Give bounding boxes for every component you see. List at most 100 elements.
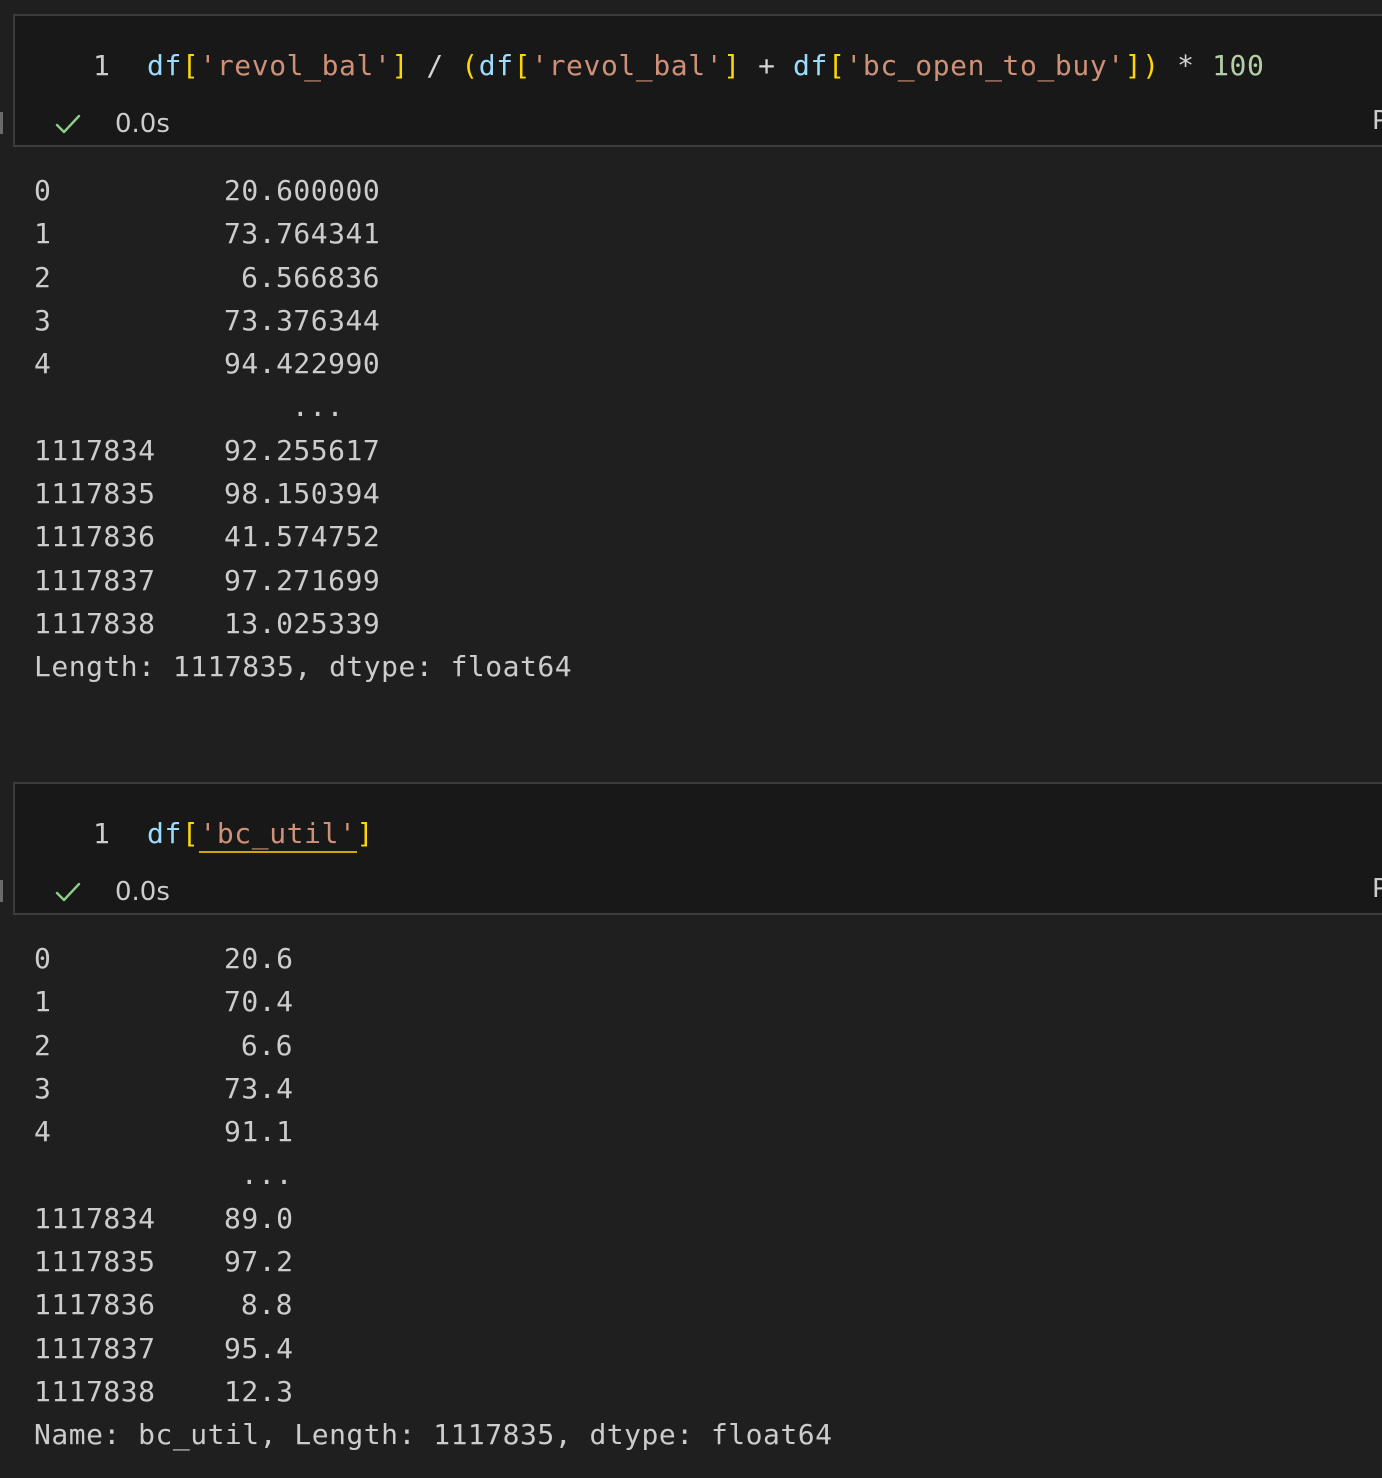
notebook-page: 1 df['revol_bal'] / (df['revol_bal'] + d… bbox=[0, 0, 1382, 1478]
output-row: 0 20.6 bbox=[34, 937, 832, 980]
series-value: 12.3 bbox=[224, 1374, 294, 1408]
series-index: 4 bbox=[34, 347, 52, 381]
series-index: 3 bbox=[34, 1071, 52, 1105]
series-index: 1117838 bbox=[34, 1374, 156, 1408]
code-token: ] bbox=[391, 49, 409, 82]
series-value: 98.150394 bbox=[224, 477, 381, 511]
ellipsis: ... bbox=[240, 1158, 293, 1192]
line-number: 1 bbox=[93, 817, 110, 850]
series-index: 1 bbox=[34, 217, 52, 251]
output-footer: Name: bc_util, Length: 1117835, dtype: f… bbox=[34, 1418, 833, 1452]
code-token: 'bc_util' bbox=[199, 817, 357, 853]
code-token: + bbox=[740, 49, 794, 82]
cell-toolbar-label[interactable]: P bbox=[1372, 106, 1382, 136]
code-cell-2[interactable]: 1 df['bc_util'] 0.0s P bbox=[13, 782, 1382, 915]
series-value: 70.4 bbox=[224, 985, 294, 1019]
series-index: 3 bbox=[34, 303, 52, 337]
series-index: 2 bbox=[34, 260, 52, 294]
series-index: 1117835 bbox=[34, 1245, 156, 1279]
series-value: 73.4 bbox=[224, 1071, 294, 1105]
code-editor[interactable]: df['revol_bal'] / (df['revol_bal'] + df[… bbox=[147, 50, 1264, 82]
code-token: 'revol_bal' bbox=[199, 49, 392, 82]
output-footer: Length: 1117835, dtype: float64 bbox=[34, 650, 573, 684]
series-value: 20.600000 bbox=[224, 174, 381, 207]
series-index: 1117837 bbox=[34, 563, 156, 597]
series-value: 97.271699 bbox=[224, 563, 381, 597]
execution-status: 0.0s bbox=[53, 876, 170, 908]
series-index: 1 bbox=[34, 985, 52, 1019]
output-row: 1 70.4 bbox=[34, 980, 832, 1023]
series-index: 2 bbox=[34, 1028, 52, 1062]
output-row: 0 20.600000 bbox=[34, 169, 572, 212]
output-row: 2 6.6 bbox=[34, 1024, 832, 1067]
series-index: 4 bbox=[34, 1115, 52, 1149]
code-token: [ bbox=[513, 49, 532, 82]
series-index: 1117836 bbox=[34, 520, 156, 554]
ellipsis: ... bbox=[291, 390, 344, 424]
code-token: df bbox=[147, 817, 182, 850]
code-token: ] bbox=[723, 49, 741, 82]
series-index: 1117837 bbox=[34, 1331, 156, 1365]
series-index: 1117838 bbox=[34, 606, 156, 640]
code-token: [ bbox=[181, 49, 200, 82]
check-icon bbox=[55, 882, 81, 902]
code-token: ( bbox=[461, 49, 479, 82]
series-index: 1117834 bbox=[34, 433, 156, 467]
output-row: 1117835 98.150394 bbox=[34, 472, 572, 515]
output-row: 1117838 12.3 bbox=[34, 1370, 832, 1413]
cell-gutter-marker bbox=[0, 880, 3, 902]
execution-status: 0.0s bbox=[53, 108, 170, 140]
cell-gutter-marker bbox=[0, 112, 3, 134]
check-icon bbox=[55, 114, 81, 134]
output-row: 4 94.422990 bbox=[34, 342, 572, 385]
output-row: 1117838 13.025339 bbox=[34, 602, 572, 645]
cell-toolbar-label[interactable]: P bbox=[1372, 874, 1382, 904]
output-row: 1117835 97.2 bbox=[34, 1240, 832, 1283]
output-row: 2 6.566836 bbox=[34, 256, 572, 299]
code-token: ] bbox=[356, 817, 374, 850]
series-value: 13.025339 bbox=[224, 606, 381, 640]
output-ellipsis-row: ... bbox=[34, 1153, 832, 1196]
code-cell-1[interactable]: 1 df['revol_bal'] / (df['revol_bal'] + d… bbox=[13, 14, 1382, 147]
series-index: 0 bbox=[34, 174, 52, 207]
code-token: [ bbox=[181, 817, 200, 850]
code-token: 100 bbox=[1212, 49, 1265, 82]
code-token: [ bbox=[827, 49, 846, 82]
series-value: 94.422990 bbox=[224, 347, 381, 381]
series-value: 41.574752 bbox=[224, 520, 381, 554]
series-index: 1117835 bbox=[34, 477, 156, 511]
series-index: 0 bbox=[34, 942, 52, 975]
code-editor[interactable]: df['bc_util'] bbox=[147, 817, 374, 853]
series-value: 8.8 bbox=[240, 1288, 293, 1322]
output-row: 1117834 92.255617 bbox=[34, 429, 572, 472]
code-token: / bbox=[408, 49, 462, 82]
output-row: 3 73.4 bbox=[34, 1067, 832, 1110]
series-index: 1117834 bbox=[34, 1201, 156, 1235]
series-value: 20.6 bbox=[224, 942, 294, 975]
line-number: 1 bbox=[93, 49, 110, 82]
cell-output-2: 0 20.6 1 70.4 2 6.6 3 73.4 4 91.1... 1117834 89.0 11… bbox=[34, 937, 832, 1457]
output-row: 1117834 89.0 bbox=[34, 1197, 832, 1240]
series-value: 6.6 bbox=[240, 1028, 293, 1062]
output-row: 1117836 41.574752 bbox=[34, 515, 572, 558]
output-ellipsis-row: ... bbox=[34, 385, 572, 428]
series-value: 6.566836 bbox=[241, 260, 380, 294]
output-row: 3 73.376344 bbox=[34, 299, 572, 342]
execution-duration: 0.0s bbox=[115, 877, 170, 907]
execution-duration: 0.0s bbox=[115, 109, 170, 139]
series-value: 92.255617 bbox=[224, 433, 381, 467]
series-value: 97.2 bbox=[224, 1245, 294, 1279]
output-row: 1117837 97.271699 bbox=[34, 559, 572, 602]
series-index: 1117836 bbox=[34, 1288, 156, 1322]
code-token: * bbox=[1159, 49, 1213, 82]
code-token: 'bc_open_to_buy' bbox=[845, 49, 1125, 82]
output-row: 1 73.764341 bbox=[34, 212, 572, 255]
cell-output-1: 0 20.600000 1 73.764341 2 6.566836 3 73.376344 4… bbox=[34, 169, 572, 689]
code-token: df bbox=[478, 49, 514, 82]
code-token: 'revol_bal' bbox=[531, 49, 724, 82]
code-token: df bbox=[793, 49, 828, 82]
output-row: 1117836 8.8 bbox=[34, 1283, 832, 1326]
code-token: df bbox=[147, 49, 182, 82]
series-value: 91.1 bbox=[224, 1115, 294, 1149]
output-row: 1117837 95.4 bbox=[34, 1327, 832, 1370]
